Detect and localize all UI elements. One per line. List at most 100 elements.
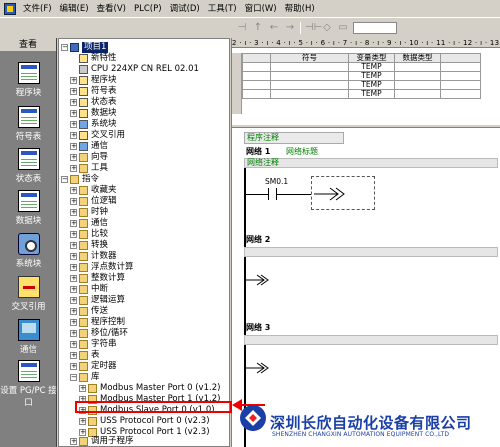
contact-tool-icon[interactable]: ⊣ <box>236 22 248 34</box>
expand-icon[interactable]: + <box>70 264 77 271</box>
network-1-title[interactable]: 网络 1 <box>246 146 270 157</box>
table-cell[interactable] <box>394 80 441 90</box>
tree-node-favorites[interactable]: + 收藏夹 <box>70 185 117 196</box>
expand-icon[interactable]: + <box>70 297 77 304</box>
coil-insert-icon[interactable]: ◇ <box>321 22 333 34</box>
expand-icon[interactable]: + <box>70 110 77 117</box>
expand-icon[interactable]: + <box>70 187 77 194</box>
tree-node-uss-protocol-0[interactable]: + USS Protocol Port 0 (v2.3) <box>79 416 210 427</box>
coil-placeholder[interactable] <box>311 176 375 210</box>
tree-node-cpu[interactable]: CPU 224XP CN REL 02.01 <box>79 64 199 75</box>
network-1-comment[interactable]: 网络注释 <box>244 158 498 168</box>
tree-node-timer[interactable]: + 定时器 <box>70 361 117 372</box>
arrow-icon[interactable] <box>246 361 286 375</box>
program-comment[interactable]: 程序注释 <box>244 132 344 144</box>
table-cell[interactable] <box>270 89 349 99</box>
expand-icon[interactable]: + <box>70 121 77 128</box>
expand-icon[interactable]: + <box>70 77 77 84</box>
table-cell[interactable] <box>394 62 441 72</box>
tree-node-table[interactable]: + 表 <box>70 350 100 361</box>
table-cell[interactable] <box>270 80 349 90</box>
table-cell[interactable] <box>394 89 441 99</box>
tree-node-project[interactable]: − 项目1 <box>61 42 109 53</box>
expand-icon[interactable]: + <box>70 143 77 150</box>
table-cell[interactable] <box>440 62 481 72</box>
tree-node-comm[interactable]: + 通信 <box>70 218 108 229</box>
expand-icon[interactable]: + <box>79 385 86 392</box>
table-cell[interactable] <box>270 62 349 72</box>
tree-node-interrupt[interactable]: + 中断 <box>70 284 108 295</box>
view-item-program-block[interactable]: 程序块 <box>0 62 57 98</box>
collapse-icon[interactable]: − <box>70 374 77 381</box>
menu-edit[interactable]: 编辑(E) <box>56 1 93 17</box>
arrow-right-icon[interactable]: → <box>284 22 296 34</box>
contact-address[interactable]: SM0.1 <box>265 177 288 186</box>
tree-node-system-block[interactable]: + 系统块 <box>70 119 117 130</box>
expand-icon[interactable]: + <box>70 438 77 445</box>
tree-node-shift-rotate[interactable]: + 移位/循环 <box>70 328 128 339</box>
tree-node-communication[interactable]: + 通信 <box>70 141 108 152</box>
menu-debug[interactable]: 调试(D) <box>166 1 204 17</box>
table-cell[interactable] <box>440 89 481 99</box>
table-cell[interactable] <box>242 62 271 72</box>
contact-left-bar[interactable] <box>268 188 269 200</box>
table-cell[interactable] <box>440 80 481 90</box>
tree-node-status-table[interactable]: + 状态表 <box>70 97 117 108</box>
network-3-title[interactable]: 网络 3 <box>246 322 270 333</box>
expand-icon[interactable]: + <box>70 99 77 106</box>
expand-icon[interactable]: + <box>70 275 77 282</box>
app-icon[interactable] <box>4 2 16 15</box>
tree-node-string[interactable]: + 字符串 <box>70 339 117 350</box>
arrow-left-icon[interactable]: ← <box>268 22 280 34</box>
menu-help[interactable]: 帮助(H) <box>281 1 319 17</box>
view-item-symbol-table[interactable]: 符号表 <box>0 106 57 142</box>
tree-node-move[interactable]: + 传送 <box>70 306 108 317</box>
tree-node-data-block[interactable]: + 数据块 <box>70 108 117 119</box>
menu-plc[interactable]: PLC(P) <box>130 1 166 17</box>
expand-icon[interactable]: + <box>70 132 77 139</box>
expand-icon[interactable]: + <box>70 209 77 216</box>
tree-node-integer-math[interactable]: + 整数计算 <box>70 273 125 284</box>
network-2-title[interactable]: 网络 2 <box>246 234 270 245</box>
view-item-status-table[interactable]: 状态表 <box>0 148 57 184</box>
expand-icon[interactable]: + <box>70 198 77 205</box>
expand-icon[interactable]: + <box>70 363 77 370</box>
tree-node-clock[interactable]: + 时钟 <box>70 207 108 218</box>
view-item-cross-reference[interactable]: 交叉引用 <box>0 276 57 312</box>
tree-node-new-feature[interactable]: 新特性 <box>79 53 117 64</box>
arrow-up-icon[interactable]: ↑ <box>252 22 264 34</box>
table-cell[interactable] <box>270 71 349 81</box>
menu-view[interactable]: 查看(V) <box>93 1 130 17</box>
collapse-icon[interactable]: − <box>61 176 68 183</box>
tree-node-program-control[interactable]: + 程序控制 <box>70 317 125 328</box>
tree-node-library[interactable]: − 库 <box>70 372 100 383</box>
table-cell[interactable] <box>440 71 481 81</box>
expand-icon[interactable]: + <box>70 352 77 359</box>
network-1-label[interactable]: 网络标题 <box>286 146 318 157</box>
tree-node-convert[interactable]: + 转换 <box>70 240 108 251</box>
view-item-system-block[interactable]: 系统块 <box>0 233 57 269</box>
tree-node-program-block[interactable]: + 程序块 <box>70 75 117 86</box>
expand-icon[interactable]: + <box>70 341 77 348</box>
menu-window[interactable]: 窗口(W) <box>241 1 281 17</box>
tree-node-counter[interactable]: + 计数器 <box>70 251 117 262</box>
menu-file[interactable]: 文件(F) <box>19 1 56 17</box>
tree-node-compare[interactable]: + 比较 <box>70 229 108 240</box>
table-cell[interactable] <box>242 80 271 90</box>
expand-icon[interactable]: + <box>70 231 77 238</box>
tree-node-symbol-table[interactable]: + 符号表 <box>70 86 117 97</box>
expand-icon[interactable]: + <box>79 418 86 425</box>
expand-icon[interactable]: + <box>70 88 77 95</box>
expand-icon[interactable]: + <box>70 154 77 161</box>
expand-icon[interactable]: + <box>70 242 77 249</box>
expand-icon[interactable]: + <box>70 308 77 315</box>
table-row[interactable]: TEMP <box>242 89 481 99</box>
expand-icon[interactable]: + <box>70 330 77 337</box>
table-cell[interactable] <box>242 71 271 81</box>
network-3-comment[interactable] <box>244 335 498 345</box>
collapse-icon[interactable]: − <box>61 44 68 51</box>
view-item-data-block[interactable]: 数据块 <box>0 190 57 226</box>
expand-icon[interactable]: + <box>70 286 77 293</box>
expand-icon[interactable]: + <box>70 253 77 260</box>
tree-node-logic-ops[interactable]: + 逻辑运算 <box>70 295 125 306</box>
